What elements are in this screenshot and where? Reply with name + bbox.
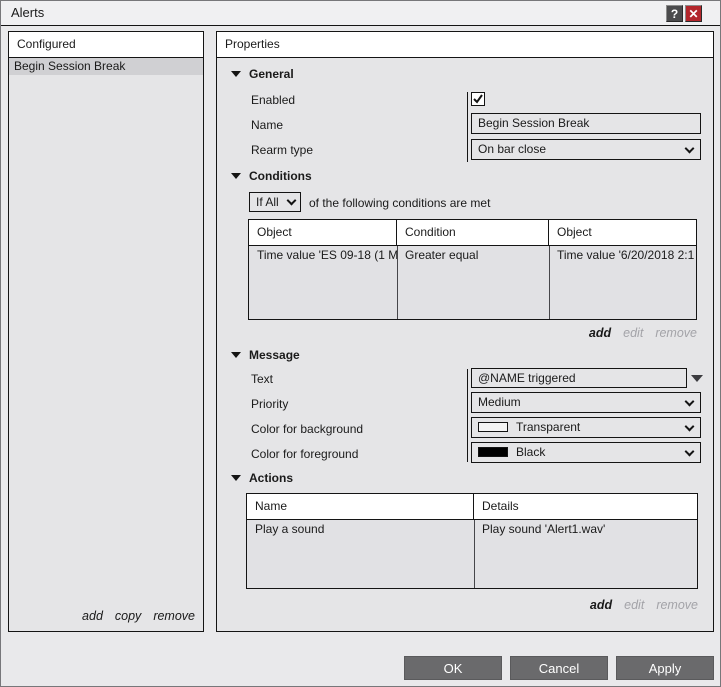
close-button[interactable]: ✕ bbox=[685, 5, 702, 22]
apply-button[interactable]: Apply bbox=[616, 656, 714, 680]
column-divider bbox=[549, 246, 550, 319]
configured-add-link[interactable]: add bbox=[82, 609, 103, 623]
help-icon: ? bbox=[671, 7, 678, 21]
background-color-value: Transparent bbox=[516, 420, 580, 434]
priority-value: Medium bbox=[478, 395, 521, 409]
message-section-header[interactable]: Message bbox=[231, 348, 300, 362]
configured-copy-link[interactable]: copy bbox=[115, 609, 141, 623]
column-header[interactable]: Object bbox=[549, 220, 696, 245]
name-label: Name bbox=[251, 118, 283, 132]
conditions-edit-link[interactable]: edit bbox=[623, 326, 643, 340]
conditions-table: Object Condition Object Time value 'ES 0… bbox=[248, 219, 697, 320]
configured-links: add copy remove bbox=[82, 609, 195, 623]
condition-object-1: Time value 'ES 09-18 (1 M bbox=[249, 246, 397, 265]
background-color-select[interactable]: Transparent bbox=[471, 417, 701, 438]
column-header[interactable]: Name bbox=[247, 494, 474, 519]
column-divider bbox=[474, 520, 475, 588]
message-text-input[interactable]: @NAME triggered bbox=[471, 368, 687, 388]
actions-table: Name Details Play a sound Play sound 'Al… bbox=[246, 493, 698, 589]
action-details: Play sound 'Alert1.wav' bbox=[474, 520, 697, 539]
conditions-add-link[interactable]: add bbox=[589, 326, 611, 340]
label-field-divider bbox=[467, 92, 468, 162]
actions-section-label: Actions bbox=[249, 471, 293, 485]
foreground-color-label: Color for foreground bbox=[251, 447, 358, 461]
title-bar: Alerts ? ✕ bbox=[1, 1, 720, 26]
enabled-checkbox[interactable] bbox=[471, 92, 485, 106]
checkmark-icon bbox=[473, 94, 483, 104]
priority-select[interactable]: Medium bbox=[471, 392, 701, 413]
conditions-table-header: Object Condition Object bbox=[249, 220, 696, 246]
rearm-type-select[interactable]: On bar close bbox=[471, 139, 701, 160]
actions-edit-link[interactable]: edit bbox=[624, 598, 644, 612]
column-header[interactable]: Details bbox=[474, 494, 697, 519]
actions-section-header[interactable]: Actions bbox=[231, 471, 293, 485]
condition-object-2: Time value '6/20/2018 2:1 bbox=[549, 246, 696, 265]
window-title: Alerts bbox=[11, 5, 44, 20]
properties-panel: Properties General Enabled Name Begin Se… bbox=[216, 31, 714, 632]
collapse-icon bbox=[231, 71, 241, 77]
properties-panel-title: Properties bbox=[217, 32, 713, 58]
ok-button[interactable]: OK bbox=[404, 656, 502, 680]
actions-add-link[interactable]: add bbox=[590, 598, 612, 612]
column-header[interactable]: Condition bbox=[397, 220, 549, 245]
condition-operator: Greater equal bbox=[397, 246, 549, 265]
message-section-label: Message bbox=[249, 348, 300, 362]
name-input[interactable]: Begin Session Break bbox=[471, 113, 701, 134]
actions-links: add edit remove bbox=[590, 598, 698, 612]
label-field-divider bbox=[467, 369, 468, 462]
condition-row[interactable]: Time value 'ES 09-18 (1 M Greater equal … bbox=[249, 246, 696, 265]
cancel-button[interactable]: Cancel bbox=[510, 656, 608, 680]
configured-panel-title: Configured bbox=[9, 32, 203, 58]
chevron-down-icon bbox=[287, 196, 297, 206]
rearm-type-value: On bar close bbox=[478, 142, 546, 156]
rearm-type-label: Rearm type bbox=[251, 143, 313, 157]
message-text-label: Text bbox=[251, 372, 273, 386]
column-divider bbox=[397, 246, 398, 319]
conditions-section-label: Conditions bbox=[249, 169, 312, 183]
color-swatch bbox=[478, 447, 508, 457]
chevron-down-icon bbox=[685, 397, 695, 407]
properties-content: General Enabled Name Begin Session Break… bbox=[217, 58, 713, 631]
configured-remove-link[interactable]: remove bbox=[153, 609, 195, 623]
condition-match-value: If All bbox=[256, 195, 279, 209]
actions-remove-link[interactable]: remove bbox=[656, 598, 698, 612]
foreground-color-select[interactable]: Black bbox=[471, 442, 701, 463]
collapse-icon bbox=[231, 475, 241, 481]
help-button[interactable]: ? bbox=[666, 5, 683, 22]
conditions-section-header[interactable]: Conditions bbox=[231, 169, 312, 183]
conditions-links: add edit remove bbox=[589, 326, 697, 340]
collapse-icon bbox=[231, 352, 241, 358]
list-item[interactable]: Begin Session Break bbox=[9, 58, 203, 75]
configured-panel: Configured Begin Session Break add copy … bbox=[8, 31, 204, 632]
alerts-dialog: Alerts ? ✕ Configured Begin Session Brea… bbox=[0, 0, 721, 687]
action-row[interactable]: Play a sound Play sound 'Alert1.wav' bbox=[247, 520, 697, 539]
action-name: Play a sound bbox=[247, 520, 474, 539]
general-section-label: General bbox=[249, 67, 294, 81]
priority-label: Priority bbox=[251, 397, 288, 411]
chevron-down-icon bbox=[685, 447, 695, 457]
text-dropdown-arrow-icon[interactable] bbox=[691, 375, 703, 382]
chevron-down-icon bbox=[685, 144, 695, 154]
background-color-label: Color for background bbox=[251, 422, 363, 436]
configured-list: Begin Session Break add copy remove bbox=[9, 58, 203, 631]
enabled-label: Enabled bbox=[251, 93, 295, 107]
close-icon: ✕ bbox=[688, 7, 698, 21]
foreground-color-value: Black bbox=[516, 445, 545, 459]
general-section-header[interactable]: General bbox=[231, 67, 294, 81]
condition-match-select[interactable]: If All bbox=[249, 192, 301, 212]
color-swatch bbox=[478, 422, 508, 432]
actions-table-header: Name Details bbox=[247, 494, 697, 520]
column-header[interactable]: Object bbox=[249, 220, 397, 245]
conditions-remove-link[interactable]: remove bbox=[655, 326, 697, 340]
collapse-icon bbox=[231, 173, 241, 179]
condition-match-text: of the following conditions are met bbox=[309, 196, 490, 210]
chevron-down-icon bbox=[685, 422, 695, 432]
